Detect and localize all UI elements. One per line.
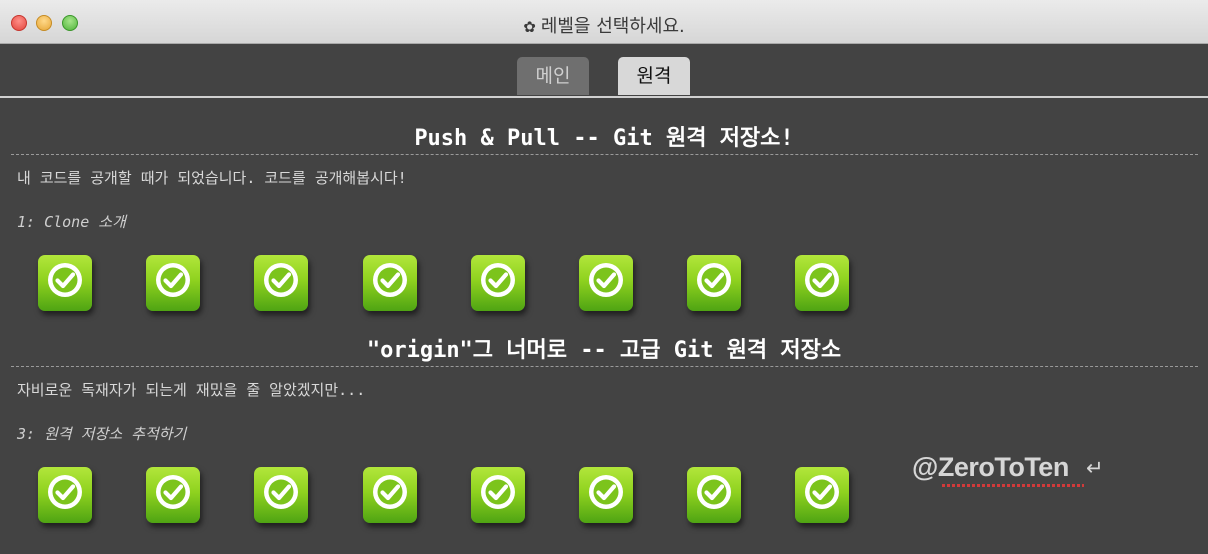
checkmark-icon: [48, 475, 82, 509]
section-subtitle: 1: Clone 소개: [17, 213, 126, 231]
checkmark-icon: [805, 475, 839, 509]
window-title-text: 레벨을 선택하세요.: [540, 16, 685, 37]
checkmark-icon: [589, 475, 623, 509]
section-title: Push & Pull -- Git 원격 저장소!: [414, 126, 794, 151]
window-title: ✿ 레벨을 선택하세요.: [0, 12, 1208, 38]
checkmark-icon: [805, 263, 839, 297]
level-button[interactable]: [579, 467, 633, 523]
level-button[interactable]: [471, 255, 525, 311]
level-button[interactable]: [687, 467, 741, 523]
checkmark-icon: [697, 475, 731, 509]
checkmark-icon: [264, 475, 298, 509]
spellcheck-underline: [942, 484, 1084, 487]
level-button[interactable]: [254, 467, 308, 523]
checkmark-icon: [373, 475, 407, 509]
level-button[interactable]: [363, 255, 417, 311]
level-grid: [38, 467, 858, 525]
level-button[interactable]: [687, 255, 741, 311]
section-divider: [11, 366, 1198, 367]
tab-main[interactable]: 메인: [517, 57, 589, 95]
level-button[interactable]: [146, 467, 200, 523]
section-description: 내 코드를 공개할 때가 되었습니다. 코드를 공개해봅시다!: [17, 169, 407, 187]
gear-icon: ✿: [523, 18, 536, 36]
checkmark-icon: [156, 263, 190, 297]
level-button[interactable]: [363, 467, 417, 523]
level-grid: [38, 255, 858, 313]
tab-remote[interactable]: 원격: [618, 57, 690, 95]
level-button[interactable]: [795, 255, 849, 311]
tab-underline: [0, 96, 1208, 98]
watermark: @ZeroToTen: [912, 452, 1069, 482]
section-title: "origin"그 너머로 -- 고급 Git 원격 저장소: [366, 338, 842, 363]
tab-bar: 메인 원격: [0, 44, 1208, 96]
level-button[interactable]: [471, 467, 525, 523]
level-button[interactable]: [795, 467, 849, 523]
level-button[interactable]: [579, 255, 633, 311]
checkmark-icon: [481, 475, 515, 509]
checkmark-icon: [264, 263, 298, 297]
level-button[interactable]: [38, 467, 92, 523]
section-description: 자비로운 독재자가 되는게 재밌을 줄 알았겠지만...: [17, 381, 366, 399]
checkmark-icon: [697, 263, 731, 297]
checkmark-icon: [481, 263, 515, 297]
return-arrow-icon: ↵: [1086, 456, 1104, 480]
window-titlebar: ✿ 레벨을 선택하세요.: [0, 0, 1208, 44]
checkmark-icon: [589, 263, 623, 297]
level-button[interactable]: [146, 255, 200, 311]
checkmark-icon: [156, 475, 190, 509]
level-button[interactable]: [254, 255, 308, 311]
level-button[interactable]: [38, 255, 92, 311]
section-divider: [11, 154, 1198, 155]
checkmark-icon: [48, 263, 82, 297]
section-subtitle: 3: 원격 저장소 추적하기: [17, 425, 187, 443]
checkmark-icon: [373, 263, 407, 297]
